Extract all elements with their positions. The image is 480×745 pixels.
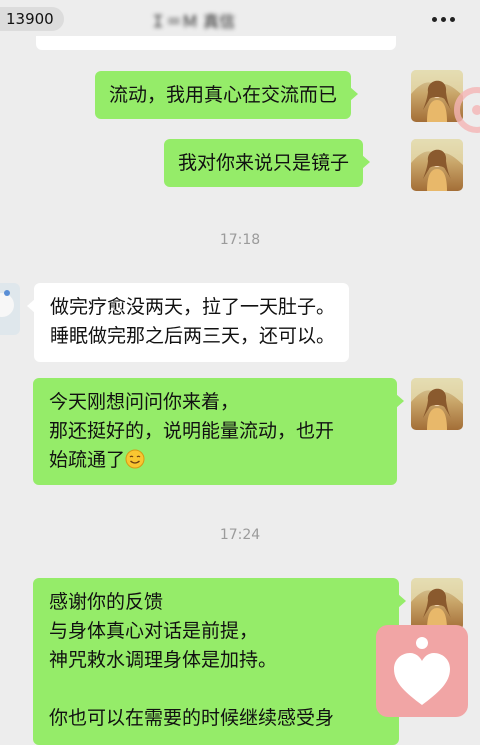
smiling-emoji-icon [125,449,145,469]
message-text: 我对你来说只是镜子 [178,152,350,174]
message-text: 与身体真心对话是前提， [49,620,259,642]
chat-header: 13900 Ｉ＝Ｍ 真信 [0,0,480,38]
message-bubble-sent[interactable]: 感谢你的反馈 与身体真心对话是前提， 神咒敕水调理身体是加持。 你也可以在需要的… [33,578,406,745]
message-text [49,675,383,704]
user-avatar-icon[interactable] [411,578,463,630]
more-icon[interactable] [432,17,455,23]
heart-watermark-icon [454,87,480,133]
previous-message-edge [36,36,396,50]
message-bubble-received[interactable]: 做完疗愈没两天，拉了一天肚子。 睡眠做完那之后两三天，还可以。 [26,283,350,362]
message-bubble-sent[interactable]: 我对你来说只是镜子 [164,139,371,187]
message-text: 你也可以在需要的时候继续感受身 [49,707,335,729]
message-text: 睡眠做完那之后两三天，还可以。 [50,325,336,347]
message-bubble-sent[interactable]: 今天刚想问问你来着， 那还挺好的，说明能量流动，也开 始疏通了 [33,378,404,485]
message-bubble-sent[interactable]: 流动，我用真心在交流而已 [95,71,359,119]
message-text: 做完疗愈没两天，拉了一天肚子。 [50,296,336,318]
message-text: 流动，我用真心在交流而已 [109,84,338,106]
back-unread-count[interactable]: 13900 [0,7,64,31]
user-avatar-icon[interactable] [411,139,463,191]
message-text: 今天刚想问问你来着， [49,391,240,413]
heart-badge-icon [394,637,450,705]
message-text: 神咒敕水调理身体是加持。 [49,649,278,671]
message-text: 感谢你的反馈 [49,591,164,613]
user-avatar-icon[interactable] [411,378,463,430]
chat-title: Ｉ＝Ｍ 真信 [150,12,236,31]
favorite-button[interactable] [376,625,468,717]
message-text: 那还挺好的，说明能量流动，也开 [49,420,335,442]
contact-avatar-icon[interactable] [0,283,20,335]
message-timestamp: 17:18 [219,232,261,248]
message-timestamp: 17:24 [219,527,261,543]
message-text: 始疏通了 [49,449,126,471]
